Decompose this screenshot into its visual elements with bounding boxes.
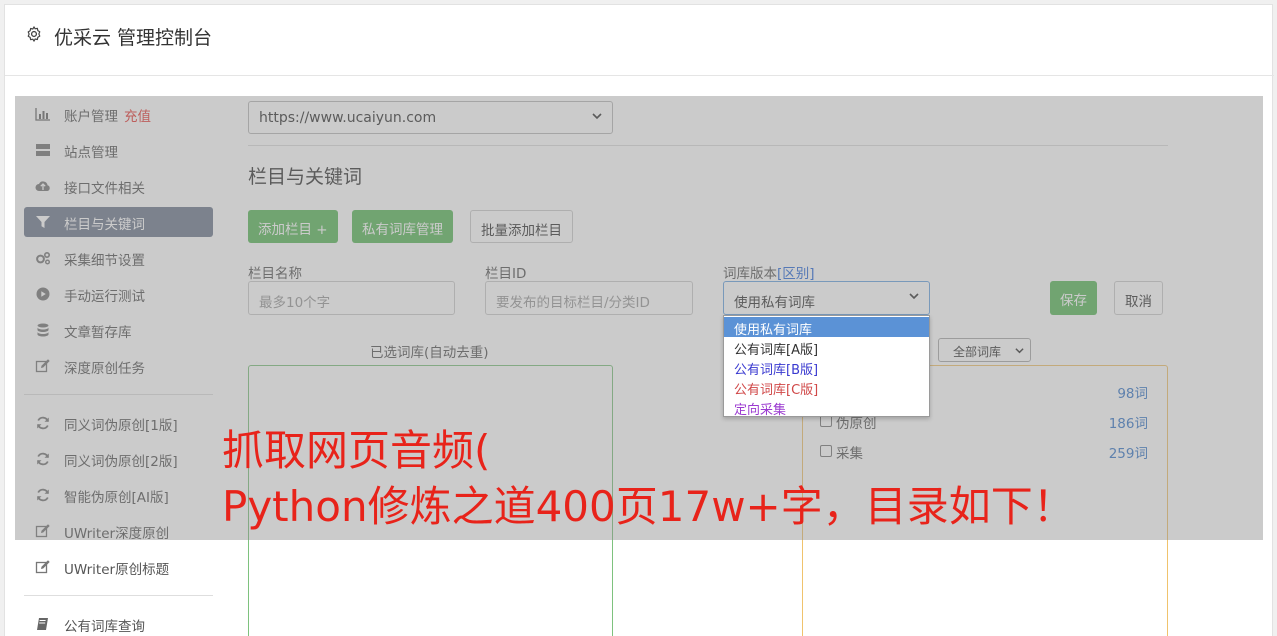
sidebar-item-ai-original[interactable]: 智能伪原创[AI版] <box>24 480 213 510</box>
lib-version-dropdown: 使用私有词库 公有词库[A版] 公有词库[B版] 公有词库[C版] 定向采集 <box>723 315 930 418</box>
dropdown-option-private[interactable]: 使用私有词库 <box>724 317 929 338</box>
book-icon <box>35 617 51 631</box>
dropdown-option-label: 定向采集 <box>734 403 787 418</box>
batch-add-button[interactable]: 批量添加栏目 <box>470 210 573 243</box>
sidebar-item-label: 同义词伪原创[1版] <box>64 418 178 434</box>
sidebar-item-columns-keywords[interactable]: 栏目与关键词 <box>24 207 213 237</box>
sidebar-item-label: 站点管理 <box>64 145 118 161</box>
sidebar-item-label: 深度原创任务 <box>64 361 145 377</box>
dropdown-option-label: 公有词库[C版] <box>734 383 819 398</box>
lib-count: 98词 <box>1117 386 1148 402</box>
lib-checkbox[interactable] <box>820 445 832 457</box>
cancel-button[interactable]: 取消 <box>1114 281 1163 315</box>
sidebar-item-deep-original[interactable]: 深度原创任务 <box>24 351 213 381</box>
add-column-button[interactable]: 添加栏目 + <box>248 210 338 243</box>
chevron-down-icon <box>909 293 919 300</box>
dropdown-option-label: 使用私有词库 <box>734 323 813 338</box>
sidebar-item-synonym-v2[interactable]: 同义词伪原创[2版] <box>24 444 213 474</box>
sidebar-item-account[interactable]: 账户管理 充值 <box>24 99 213 129</box>
edit-icon <box>35 560 51 574</box>
lib-version-select[interactable]: 使用私有词库 <box>723 281 930 315</box>
lib-name: 采集 <box>836 446 863 462</box>
all-libs-select[interactable]: 全部词库 <box>938 338 1031 362</box>
dropdown-option-targeted[interactable]: 定向采集 <box>724 397 929 418</box>
sidebar-item-collect-settings[interactable]: 采集细节设置 <box>24 243 213 273</box>
save-button[interactable]: 保存 <box>1050 281 1097 315</box>
sidebar-item-manual-run[interactable]: 手动运行测试 <box>24 279 213 309</box>
column-id-label: 栏目ID <box>485 266 527 282</box>
all-libs-select-value: 全部词库 <box>953 345 1002 359</box>
edit-icon <box>35 524 51 538</box>
sidebar-item-label: 接口文件相关 <box>64 181 145 197</box>
column-id-input[interactable]: 要发布的目标栏目/分类ID <box>485 281 693 315</box>
dropdown-option-label: 公有词库[A版] <box>734 343 819 358</box>
header: 优采云 管理控制台 <box>5 5 1274 76</box>
cogs-icon <box>35 251 51 265</box>
sidebar-item-label: UWriter深度原创 <box>64 526 170 542</box>
list-item[interactable]: 采集 259词 <box>820 442 1150 462</box>
sidebar: 账户管理 充值 站点管理 接口文件相关 栏目与关键词 采集细节设置 手动运行测试 … <box>15 96 221 636</box>
sidebar-item-label: 同义词伪原创[2版] <box>64 454 178 470</box>
bar-chart-icon <box>35 107 51 121</box>
difference-link[interactable]: [区别] <box>777 266 815 282</box>
lib-version-label-text: 词库版本 <box>723 266 777 282</box>
server-icon <box>35 143 51 157</box>
private-lib-button[interactable]: 私有词库管理 <box>352 210 453 243</box>
lib-version-value: 使用私有词库 <box>734 295 815 311</box>
selected-libs-title: 已选词库(自动去重) <box>370 345 489 361</box>
sidebar-divider <box>24 394 213 395</box>
chevron-down-icon <box>592 113 602 120</box>
overlay-caption-line2: Python修炼之道400页17w+字，目录如下！ <box>222 482 1075 531</box>
sidebar-item-interface[interactable]: 接口文件相关 <box>24 171 213 201</box>
dropdown-option-public-a[interactable]: 公有词库[A版] <box>724 337 929 358</box>
play-circle-icon <box>35 287 51 301</box>
database-icon <box>35 323 51 337</box>
filter-icon <box>35 215 51 229</box>
cloud-upload-icon <box>35 179 51 193</box>
overlay-caption-line1: 抓取网页音频( <box>222 426 491 475</box>
sidebar-item-article-store[interactable]: 文章暂存库 <box>24 315 213 345</box>
lib-version-label: 词库版本[区别] <box>723 262 815 282</box>
sidebar-item-label: 智能伪原创[AI版] <box>64 490 169 506</box>
sidebar-item-label: 栏目与关键词 <box>64 217 145 233</box>
sidebar-item-label: 文章暂存库 <box>64 325 132 341</box>
dropdown-option-public-c[interactable]: 公有词库[C版] <box>724 377 929 398</box>
refresh-icon <box>35 488 51 502</box>
edit-icon <box>35 359 51 373</box>
page-title: 优采云 管理控制台 <box>54 27 213 49</box>
recharge-link[interactable]: 充值 <box>124 109 151 125</box>
dropdown-option-label: 公有词库[B版] <box>734 363 819 378</box>
section-title: 栏目与关键词 <box>248 166 363 188</box>
sidebar-item-label: 账户管理 <box>64 109 118 125</box>
sidebar-item-uwriter-deep[interactable]: UWriter深度原创 <box>24 516 213 546</box>
sidebar-item-label: 公有词库查询 <box>64 619 145 635</box>
refresh-icon <box>35 416 51 430</box>
dropdown-option-public-b[interactable]: 公有词库[B版] <box>724 357 929 378</box>
column-name-label: 栏目名称 <box>248 266 302 282</box>
sidebar-item-public-lib-query[interactable]: 公有词库查询 <box>24 609 213 636</box>
chevron-down-icon <box>1015 348 1024 354</box>
sidebar-divider <box>24 595 213 596</box>
column-name-input[interactable]: 最多10个字 <box>248 281 455 315</box>
sidebar-item-label: UWriter原创标题 <box>64 562 170 578</box>
sidebar-item-uwriter-title[interactable]: UWriter原创标题 <box>24 552 213 582</box>
site-select-value: https://www.ucaiyun.com <box>259 110 437 126</box>
sidebar-item-label: 手动运行测试 <box>64 289 145 305</box>
lib-count: 186词 <box>1108 416 1148 432</box>
lib-count: 259词 <box>1108 446 1148 462</box>
sidebar-item-sites[interactable]: 站点管理 <box>24 135 213 165</box>
site-select[interactable]: https://www.ucaiyun.com <box>248 101 613 134</box>
refresh-icon <box>35 452 51 466</box>
gear-icon <box>27 26 41 42</box>
sidebar-item-label: 采集细节设置 <box>64 253 145 269</box>
content-divider <box>248 145 1168 146</box>
sidebar-item-synonym-v1[interactable]: 同义词伪原创[1版] <box>24 408 213 438</box>
